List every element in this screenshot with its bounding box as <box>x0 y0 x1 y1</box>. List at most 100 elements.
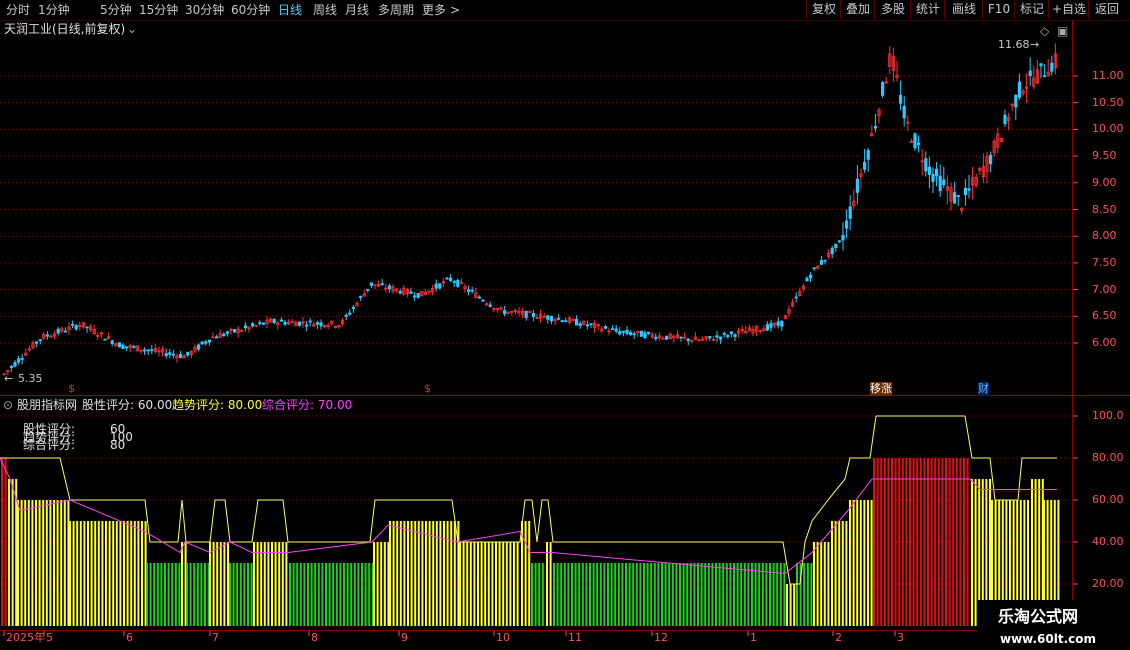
score-bar <box>838 521 841 626</box>
candle-body <box>470 289 474 292</box>
score-bar <box>912 458 915 626</box>
overlay-row-value: 80 <box>110 438 126 452</box>
score-bar <box>328 563 331 626</box>
event-marker-limit-up[interactable]: 移涨 <box>870 382 892 396</box>
score-bar <box>477 542 479 626</box>
score-bar <box>556 563 559 626</box>
price-tick-label: 11.00 <box>1092 69 1124 82</box>
indicator-name[interactable]: 股朋指标网 <box>17 398 77 412</box>
candle-body <box>207 339 211 343</box>
score-bar <box>841 521 844 626</box>
score-bar <box>260 542 263 626</box>
score-bar <box>563 563 566 626</box>
score-bar <box>439 521 442 626</box>
window-icon[interactable]: ▣ <box>1057 24 1068 38</box>
score-bar <box>164 563 166 626</box>
indicator-collapse-icon[interactable]: ⊙ <box>3 398 13 412</box>
score-bar <box>271 542 273 626</box>
score-bar <box>137 521 140 626</box>
score-bar <box>697 563 699 626</box>
candle-body <box>38 339 42 341</box>
candle-body <box>549 316 554 322</box>
score-bar <box>937 458 940 626</box>
score-bar <box>650 563 653 626</box>
event-marker-dividend-2[interactable]: $ <box>424 382 431 396</box>
candle-body <box>837 240 842 243</box>
price-low-label: 5.35 <box>18 372 43 385</box>
score-bar <box>364 563 367 626</box>
score-bar <box>974 479 977 626</box>
score-bar <box>263 542 266 626</box>
date-tick-label: 3 <box>897 631 904 644</box>
event-marker-dividend[interactable]: $ <box>68 382 75 396</box>
score-bar <box>959 458 962 626</box>
candle-body <box>387 285 392 290</box>
score-bar <box>200 563 203 626</box>
candle-body <box>164 353 168 357</box>
candle-body <box>686 338 690 342</box>
score-bar <box>751 563 753 626</box>
indicator-tick-label: 80.00 <box>1092 451 1124 464</box>
score-bar <box>396 521 399 626</box>
score-bar <box>524 521 527 626</box>
diamond-icon[interactable]: ◇ <box>1040 24 1049 38</box>
candle-body <box>917 142 921 146</box>
score-bar <box>831 521 833 626</box>
score-bar <box>491 542 494 626</box>
score-bar <box>867 500 869 626</box>
candle-body <box>935 168 939 177</box>
score-bar <box>816 542 819 626</box>
candle-body <box>956 195 960 197</box>
score-bar <box>707 563 710 626</box>
score-bar <box>704 563 707 626</box>
trend-score-label: 趋势评分: 80.00 <box>172 398 263 412</box>
score-bar <box>90 521 93 626</box>
date-tick-label: 8 <box>311 631 318 644</box>
candle-body <box>466 289 471 292</box>
score-bar <box>761 563 764 626</box>
candle-body <box>438 283 442 289</box>
score-bar <box>963 458 965 626</box>
score-bar <box>417 521 420 626</box>
score-bar <box>466 542 469 626</box>
candle-body <box>845 220 849 229</box>
score-bar <box>589 563 591 626</box>
indicator-tick-label: 20.00 <box>1092 577 1124 590</box>
score-bar <box>845 521 848 626</box>
score-bar <box>317 563 320 626</box>
candle-body <box>927 166 932 175</box>
candle-body <box>283 322 287 325</box>
candle-body <box>708 336 712 339</box>
score-bar <box>146 563 148 626</box>
candle-body <box>56 328 60 334</box>
score-bar <box>955 458 958 626</box>
candle-body <box>805 277 809 282</box>
score-bar <box>56 500 59 626</box>
candle-body <box>679 336 683 339</box>
score-bar <box>473 542 476 626</box>
score-bar <box>607 563 609 626</box>
candle-body <box>546 315 550 320</box>
score-bar <box>621 563 624 626</box>
score-bar <box>487 542 490 626</box>
candle-body <box>222 333 226 337</box>
candle-body <box>380 283 384 286</box>
score-bar <box>141 521 143 626</box>
candle-body <box>560 320 564 323</box>
score-bar <box>952 458 955 626</box>
event-marker-finance[interactable]: 财 <box>978 382 989 396</box>
candle-body <box>103 338 107 341</box>
candle-body <box>524 310 528 318</box>
score-bar <box>425 521 427 626</box>
score-bar <box>63 500 66 626</box>
candle-body <box>863 161 867 170</box>
score-bar <box>948 458 951 626</box>
score-bar <box>927 458 929 626</box>
date-tick-label: 1 <box>750 631 757 644</box>
candle-body <box>142 349 147 352</box>
score-bar <box>35 500 37 626</box>
candle-body <box>715 335 719 338</box>
score-bar <box>711 563 714 626</box>
score-bar <box>786 584 788 626</box>
score-bar <box>310 563 313 626</box>
